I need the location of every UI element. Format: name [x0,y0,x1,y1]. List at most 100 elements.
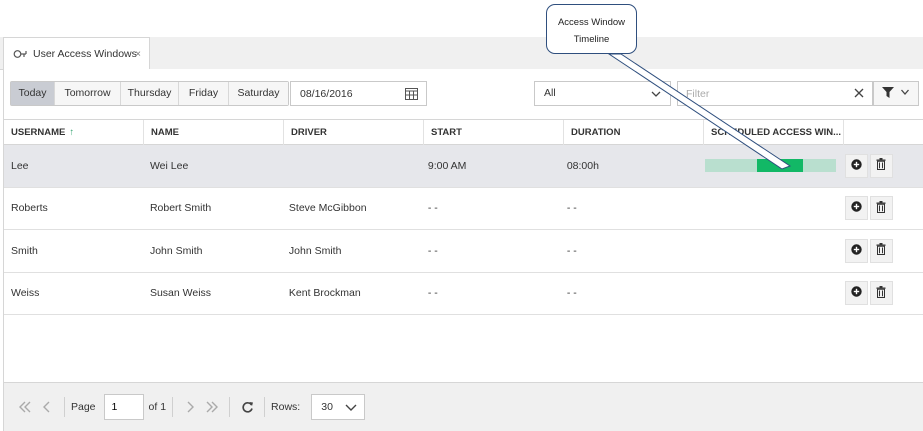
row-actions [844,196,923,221]
plus-circle-icon [850,286,862,300]
access-window-bar[interactable] [757,159,803,173]
scope-select[interactable]: All [534,81,671,106]
main-panel: Today Tomorrow Thursday Friday Saturday … [3,69,923,431]
add-button[interactable] [844,238,868,263]
date-picker[interactable] [290,81,427,106]
refresh-icon[interactable] [236,396,258,418]
trash-icon [876,158,886,173]
tomorrow-button[interactable]: Tomorrow [55,82,121,105]
rows-label: Rows: [271,401,301,413]
divider [229,397,231,417]
page-input[interactable] [103,394,144,420]
chevron-down-icon [344,399,358,423]
column-header-scheduled-access-window[interactable]: SCHEDULED ACCESS WIN... [704,120,844,145]
saturday-button[interactable]: Saturday [229,82,288,105]
cell-username: Smith [11,244,38,257]
scope-select-value: All [544,87,556,99]
cell-driver: Steve McGibbon [288,202,367,215]
cell-duration: - - [566,244,577,257]
cell-start: - - [427,287,438,300]
thursday-button[interactable]: Thursday [121,82,179,105]
table-row[interactable]: Smith John Smith John Smith - - - - [4,230,923,273]
divider [64,397,65,417]
column-header-driver[interactable]: DRIVER [284,120,424,145]
callout-line-1: Access Window [557,17,626,28]
trash-icon [876,285,886,301]
rows-per-page-value: 30 [321,401,333,413]
cell-timeline [699,159,838,173]
column-header-start[interactable]: START [424,120,564,145]
prev-page-icon[interactable] [36,396,58,418]
cell-name: Wei Lee [149,159,189,172]
column-header-name[interactable]: NAME [144,120,284,145]
cell-start: - - [427,202,438,215]
chevron-down-icon [650,86,662,109]
access-window-timeline[interactable] [704,159,836,173]
delete-button[interactable] [869,153,893,178]
plus-circle-icon [850,201,862,215]
add-button[interactable] [844,281,868,306]
column-header-actions [844,120,923,145]
cell-driver: Kent Brockman [288,287,361,300]
callout-line-2: Timeline [573,34,610,45]
column-header-duration[interactable]: DURATION [564,120,704,145]
delete-button[interactable] [869,281,893,306]
add-button[interactable] [844,153,868,178]
cell-name: Susan Weiss [149,287,212,300]
access-windows-table: USERNAME ↑ NAME DRIVER START DURATION SCH… [4,119,923,315]
day-button-group: Today Tomorrow Thursday Friday Saturday [10,81,289,106]
table-header: USERNAME ↑ NAME DRIVER START DURATION SCH… [4,119,923,145]
delete-button[interactable] [869,238,893,263]
filter-input[interactable] [678,82,838,105]
pagination-bar: Page of 1 Rows: 30 [4,382,923,431]
rows-per-page-select[interactable]: 30 [311,394,366,423]
plus-circle-icon [850,159,862,173]
cell-driver: John Smith [288,244,342,257]
row-actions [844,281,923,306]
cell-username: Weiss [11,287,40,300]
filter-menu-button[interactable] [873,81,919,106]
close-icon[interactable]: × [135,49,141,60]
filter-icon [882,86,894,101]
calendar-icon[interactable] [405,87,418,100]
cell-username: Roberts [11,202,48,215]
trash-icon [876,243,886,258]
last-page-icon[interactable] [201,396,223,418]
key-icon [13,48,27,60]
delete-button[interactable] [869,196,893,221]
pager: Page of 1 Rows: 30 [14,394,366,423]
cell-duration: - - [566,202,577,215]
table-row[interactable]: Roberts Robert Smith Steve McGibbon - - … [4,188,923,230]
chevron-down-icon [900,87,910,100]
cell-name: John Smith [149,244,203,257]
row-actions [844,238,923,263]
today-button[interactable]: Today [11,82,55,105]
cell-start: - - [427,244,438,257]
next-page-icon[interactable] [179,396,201,418]
callout-access-window-timeline: Access Window Timeline [546,4,637,54]
friday-button[interactable]: Friday [179,82,229,105]
table-row[interactable]: Weiss Susan Weiss Kent Brockman - - - - [4,273,923,315]
add-button[interactable] [844,196,868,221]
plus-circle-icon [850,244,862,258]
sort-asc-icon[interactable]: ↑ [69,127,74,138]
trash-icon [876,200,886,216]
first-page-icon[interactable] [14,396,36,418]
toolbar: Today Tomorrow Thursday Friday Saturday … [4,69,923,119]
divider [264,397,266,417]
divider [172,397,174,417]
tab-strip: User Access Windows × [0,37,923,70]
cell-duration: - - [566,287,577,300]
row-actions [844,153,923,178]
table-row[interactable]: Lee Wei Lee 9:00 AM 08:00h [4,145,923,188]
cell-start: 9:00 AM [427,159,467,172]
page-label: Page [71,401,96,413]
column-header-username[interactable]: USERNAME ↑ [4,120,144,145]
tab-user-access-windows[interactable]: User Access Windows × [3,37,150,70]
filter-field[interactable] [677,81,873,106]
date-input[interactable] [291,82,401,105]
page-count: of 1 [148,401,167,413]
cell-name: Robert Smith [149,202,212,215]
cell-duration: 08:00h [566,159,599,172]
clear-icon[interactable] [853,87,865,99]
